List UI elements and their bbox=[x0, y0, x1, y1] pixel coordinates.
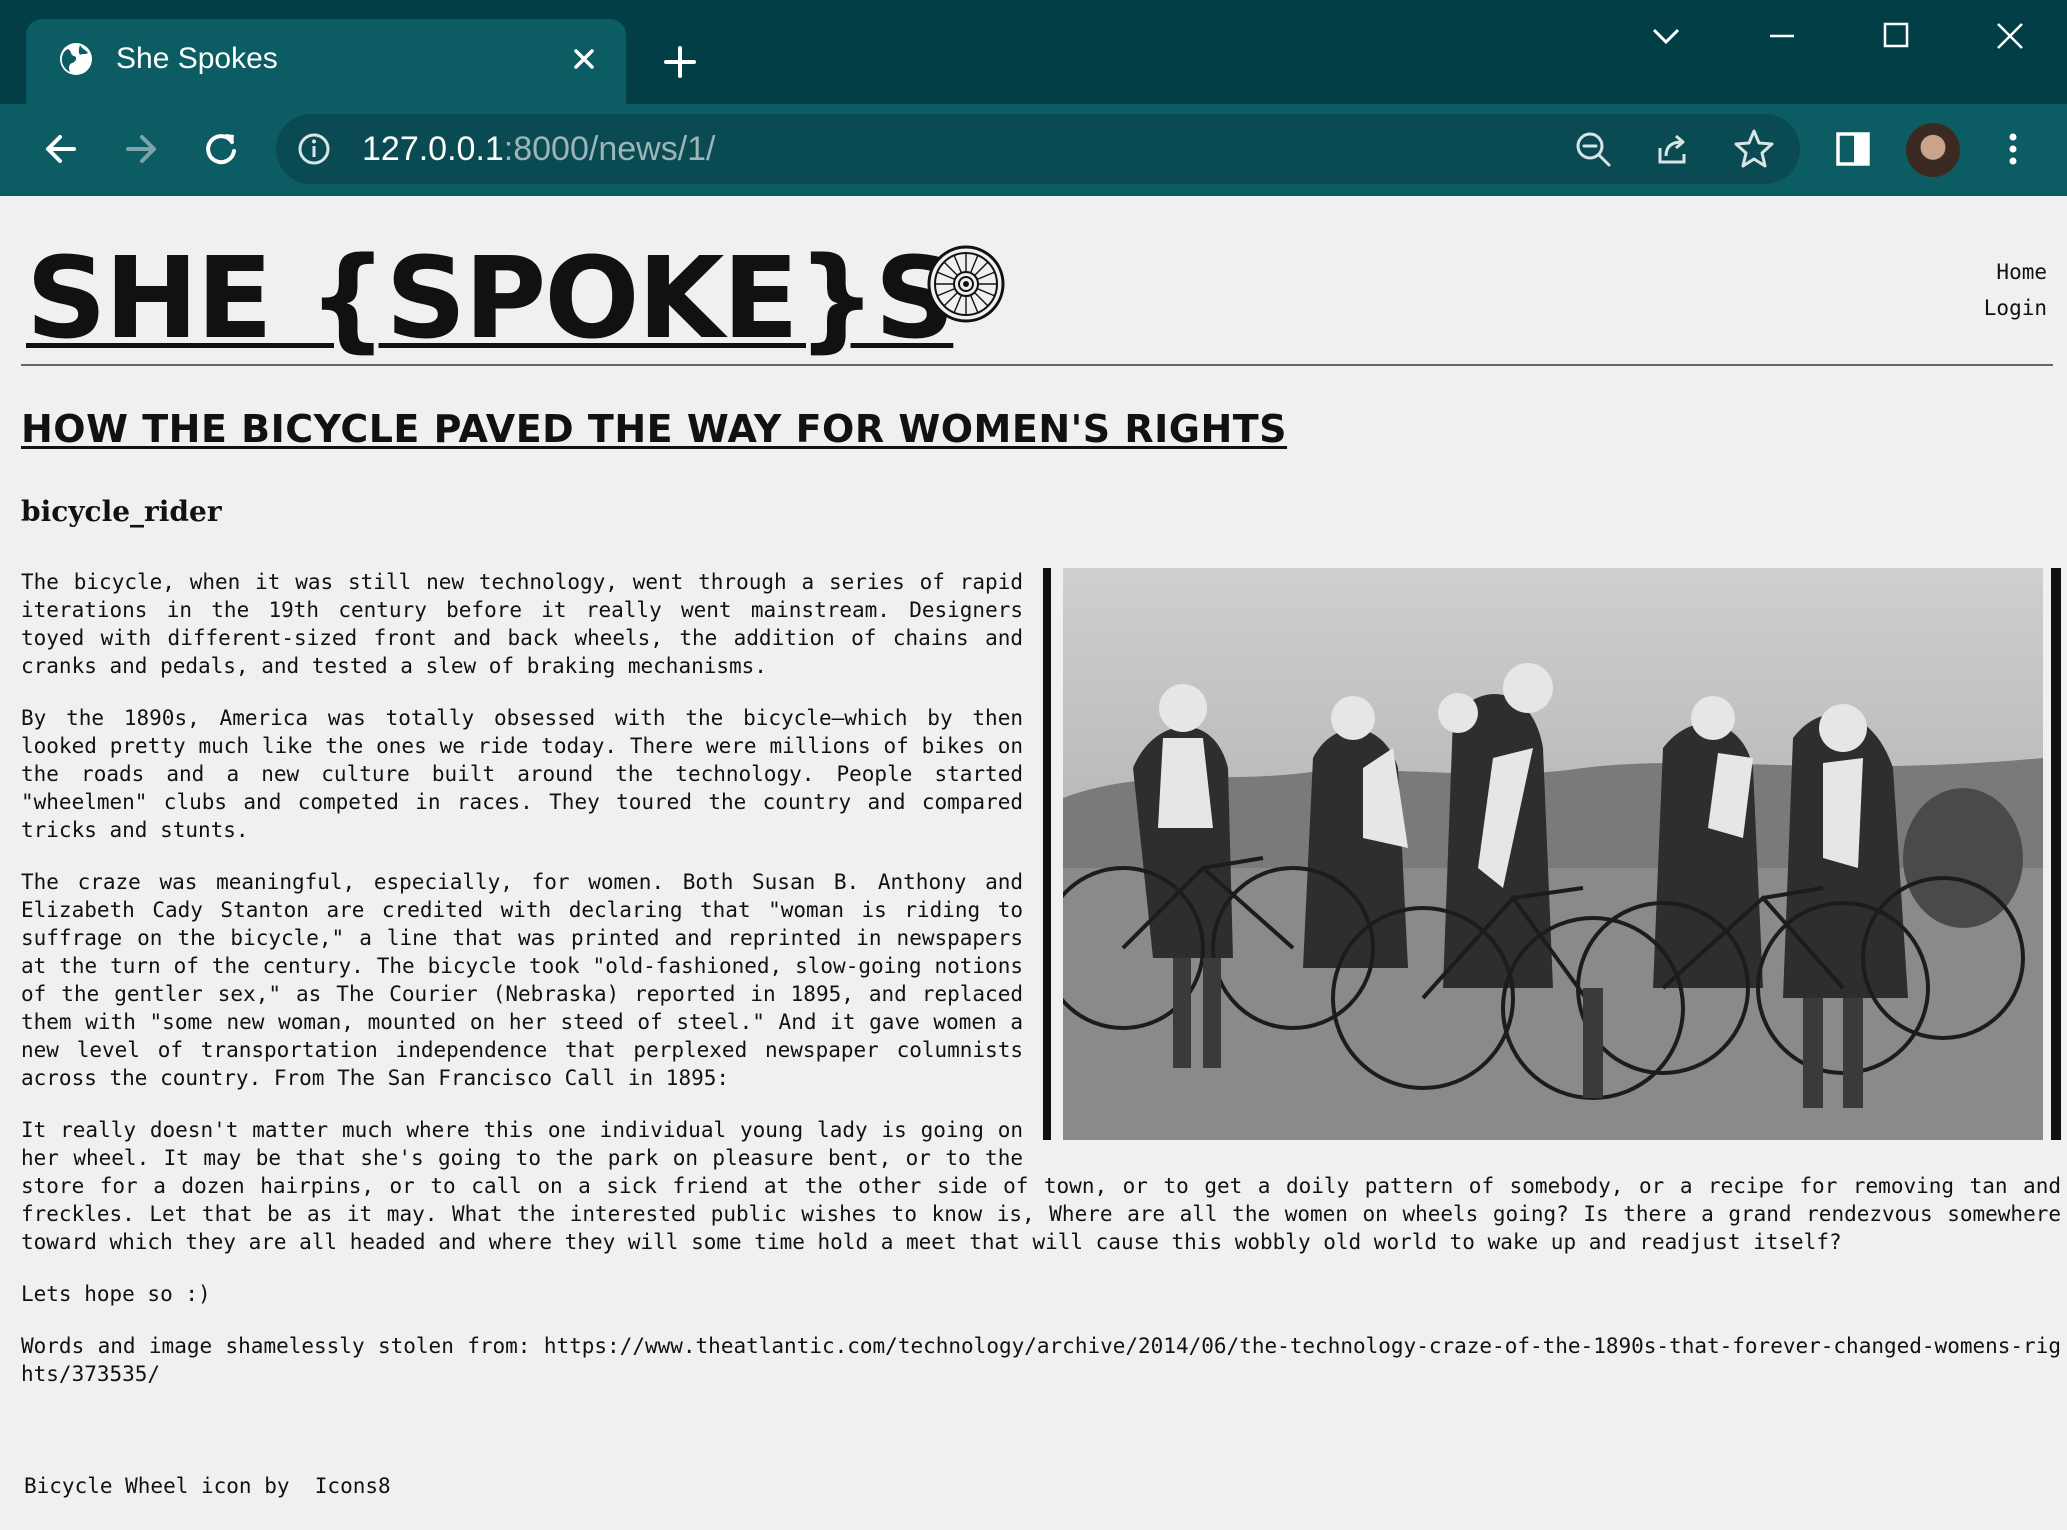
article-source: Words and image shamelessly stolen from:… bbox=[21, 1334, 2061, 1386]
tab-strip: She Spokes bbox=[0, 0, 2067, 105]
icon-credit: Bicycle Wheel icon by Icons8 bbox=[24, 1474, 391, 1498]
minimize-icon[interactable] bbox=[1752, 14, 1812, 58]
maximize-icon[interactable] bbox=[1866, 14, 1926, 58]
info-icon[interactable] bbox=[296, 131, 332, 167]
close-icon[interactable] bbox=[568, 43, 600, 75]
url-host: 127.0.0.1 bbox=[362, 130, 504, 168]
tab-title: She Spokes bbox=[116, 42, 278, 75]
nav-login-link[interactable]: Login bbox=[1984, 290, 2047, 326]
browser-chrome: She Spokes 127.0.0.1:8000/news/1/ bbox=[0, 0, 2067, 196]
site-nav: Home Login bbox=[1984, 254, 2047, 326]
web-page: SHE {SPOKE}S Home Login HOW THE BICYCLE … bbox=[6, 196, 2067, 1530]
article-paragraph: Lets hope so :) bbox=[21, 1282, 211, 1306]
header-divider bbox=[21, 364, 2053, 366]
close-window-icon[interactable] bbox=[1980, 14, 2040, 58]
article-author: bicycle_rider bbox=[21, 495, 222, 528]
back-icon[interactable] bbox=[38, 126, 84, 172]
plus-icon[interactable] bbox=[660, 42, 700, 82]
women-with-bicycles-photo bbox=[1063, 568, 2043, 1140]
menu-dots-icon[interactable] bbox=[1990, 126, 2036, 172]
article-image bbox=[1043, 568, 2061, 1140]
url-text: 127.0.0.1:8000/news/1/ bbox=[362, 128, 716, 170]
forward-icon[interactable] bbox=[118, 126, 164, 172]
bicycle-wheel-icon bbox=[927, 245, 1005, 323]
site-title-link[interactable]: SHE {SPOKE}S bbox=[26, 234, 955, 364]
nav-home-link[interactable]: Home bbox=[1984, 254, 2047, 290]
share-icon[interactable] bbox=[1652, 128, 1694, 170]
url-path: :8000/news/1/ bbox=[503, 130, 716, 168]
article-headline[interactable]: HOW THE BICYCLE PAVED THE WAY FOR WOMEN'… bbox=[21, 404, 1287, 454]
star-icon[interactable] bbox=[1732, 126, 1776, 170]
chevron-down-icon[interactable] bbox=[1636, 14, 1696, 58]
profile-avatar[interactable] bbox=[1906, 123, 1960, 177]
sidebar-icon[interactable] bbox=[1830, 126, 1876, 172]
browser-tab[interactable]: She Spokes bbox=[26, 19, 626, 105]
reload-icon[interactable] bbox=[198, 126, 244, 172]
browser-toolbar: 127.0.0.1:8000/news/1/ bbox=[0, 104, 2067, 196]
address-bar[interactable]: 127.0.0.1:8000/news/1/ bbox=[276, 114, 1800, 184]
zoom-out-icon[interactable] bbox=[1572, 128, 1614, 170]
article-body: The bicycle, when it was still new techn… bbox=[21, 568, 2061, 1412]
globe-icon bbox=[60, 43, 92, 75]
